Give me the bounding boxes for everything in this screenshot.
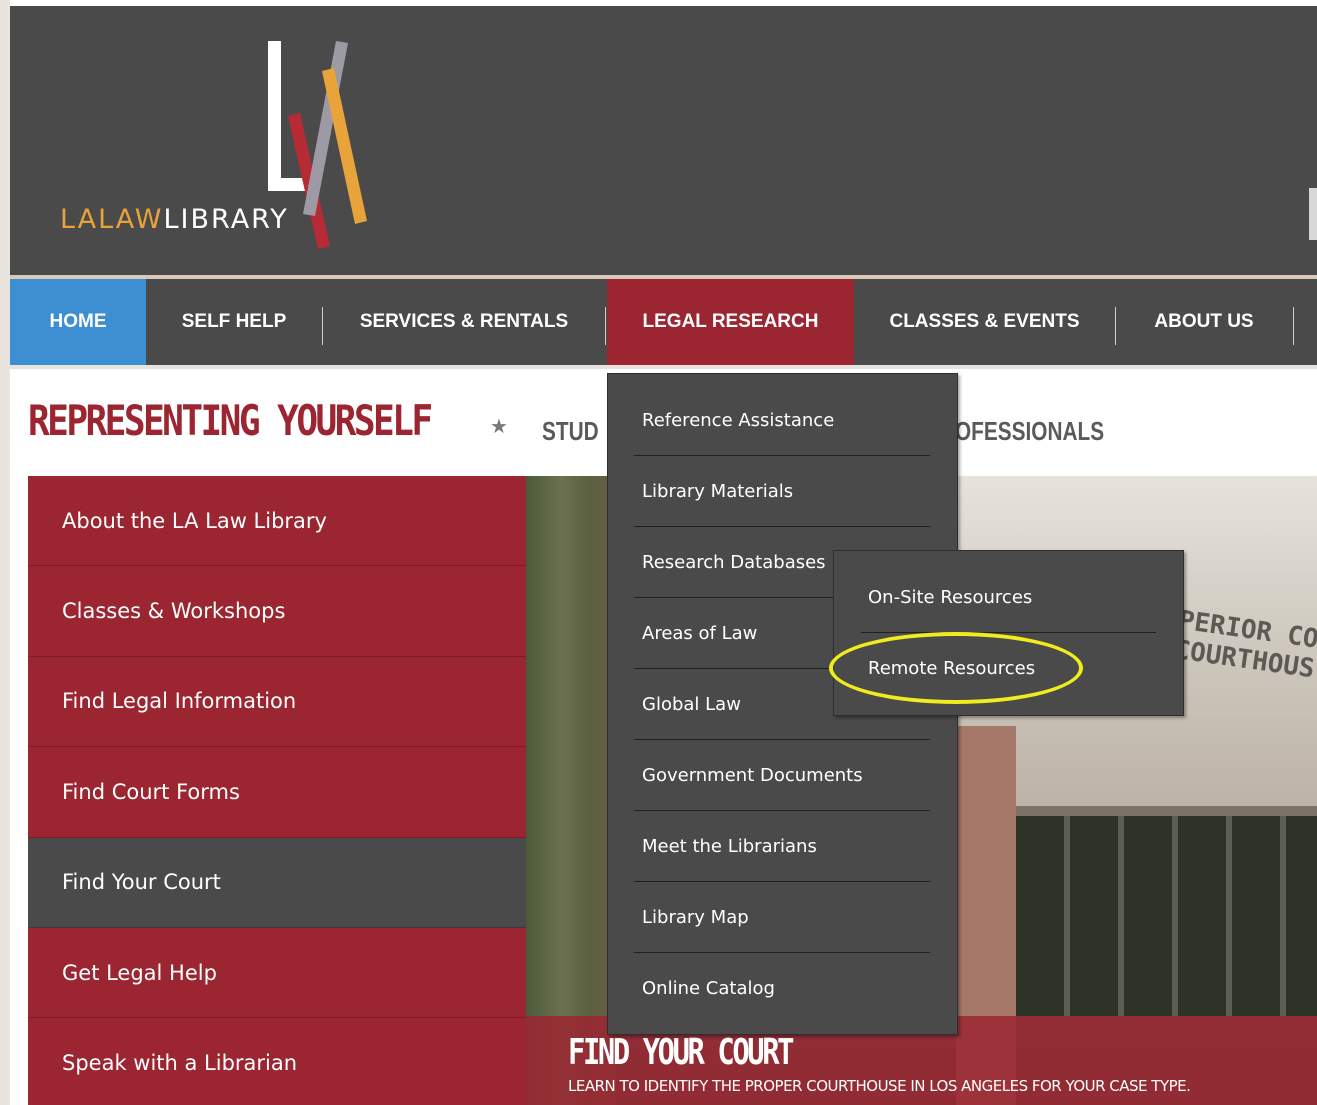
tab-professionals[interactable]: OFESSIONALS [955, 416, 1104, 447]
menu-item-reference-assistance[interactable]: Reference Assistance [634, 385, 930, 456]
logo-wordmark-library: LIBRARY [163, 204, 289, 235]
tab-students[interactable]: STUD [542, 416, 599, 447]
hero-trees-image [526, 476, 616, 1105]
nav-self-help[interactable]: SELF HELP [146, 279, 322, 365]
nav-classes-events[interactable]: CLASSES & EVENTS [854, 279, 1115, 365]
nav-separator [605, 307, 606, 345]
sidebar-item-legal-help[interactable]: Get Legal Help [28, 927, 526, 1019]
sidebar-item-librarian[interactable]: Speak with a Librarian [28, 1018, 526, 1105]
menu-item-meet-librarians[interactable]: Meet the Librarians [634, 811, 930, 882]
logo-wordmark: LALAWLIBRARY [60, 204, 289, 235]
main-nav: HOME SELF HELP SERVICES & RENTALS LEGAL … [10, 279, 1317, 365]
sidebar-item-find-legal-info[interactable]: Find Legal Information [28, 656, 526, 748]
hero-title: FIND YOUR COURT [568, 1032, 794, 1073]
nav-legal-research[interactable]: LEGAL RESEARCH [607, 279, 854, 365]
sidebar-item-classes[interactable]: Classes & Workshops [28, 566, 526, 657]
menu-item-government-documents[interactable]: Government Documents [634, 740, 930, 811]
header-search-edge[interactable] [1309, 188, 1317, 240]
sidebar-menu: About the LA Law Library Classes & Works… [28, 476, 526, 1105]
sidebar-item-find-your-court[interactable]: Find Your Court [28, 837, 526, 928]
submenu-item-onsite-resources[interactable]: On-Site Resources [861, 562, 1156, 633]
hero-windows-image [1016, 816, 1317, 1016]
nav-home[interactable]: HOME [10, 279, 146, 365]
page-title: REPRESENTING YOURSELF [28, 396, 433, 445]
sidebar-item-court-forms[interactable]: Find Court Forms [28, 747, 526, 838]
nav-services-rentals[interactable]: SERVICES & RENTALS [323, 279, 605, 365]
star-icon: ★ [490, 414, 508, 438]
site-logo[interactable]: LALAWLIBRARY [60, 36, 380, 266]
nav-divider [10, 365, 1317, 369]
menu-item-online-catalog[interactable]: Online Catalog [634, 953, 930, 1024]
research-databases-submenu: On-Site Resources Remote Resources [833, 550, 1184, 716]
menu-item-library-map[interactable]: Library Map [634, 882, 930, 953]
logo-wordmark-la: LALAW [60, 204, 164, 235]
sidebar-item-about[interactable]: About the LA Law Library [28, 476, 526, 567]
submenu-item-remote-resources[interactable]: Remote Resources [861, 633, 1156, 704]
page-frame [0, 0, 10, 1105]
nav-separator [1293, 307, 1294, 345]
nav-about-us[interactable]: ABOUT US [1116, 279, 1292, 365]
hero-subtitle: LEARN TO IDENTIFY THE PROPER COURTHOUSE … [568, 1077, 1191, 1095]
menu-item-library-materials[interactable]: Library Materials [634, 456, 930, 527]
site-header: LALAWLIBRARY [10, 6, 1317, 275]
